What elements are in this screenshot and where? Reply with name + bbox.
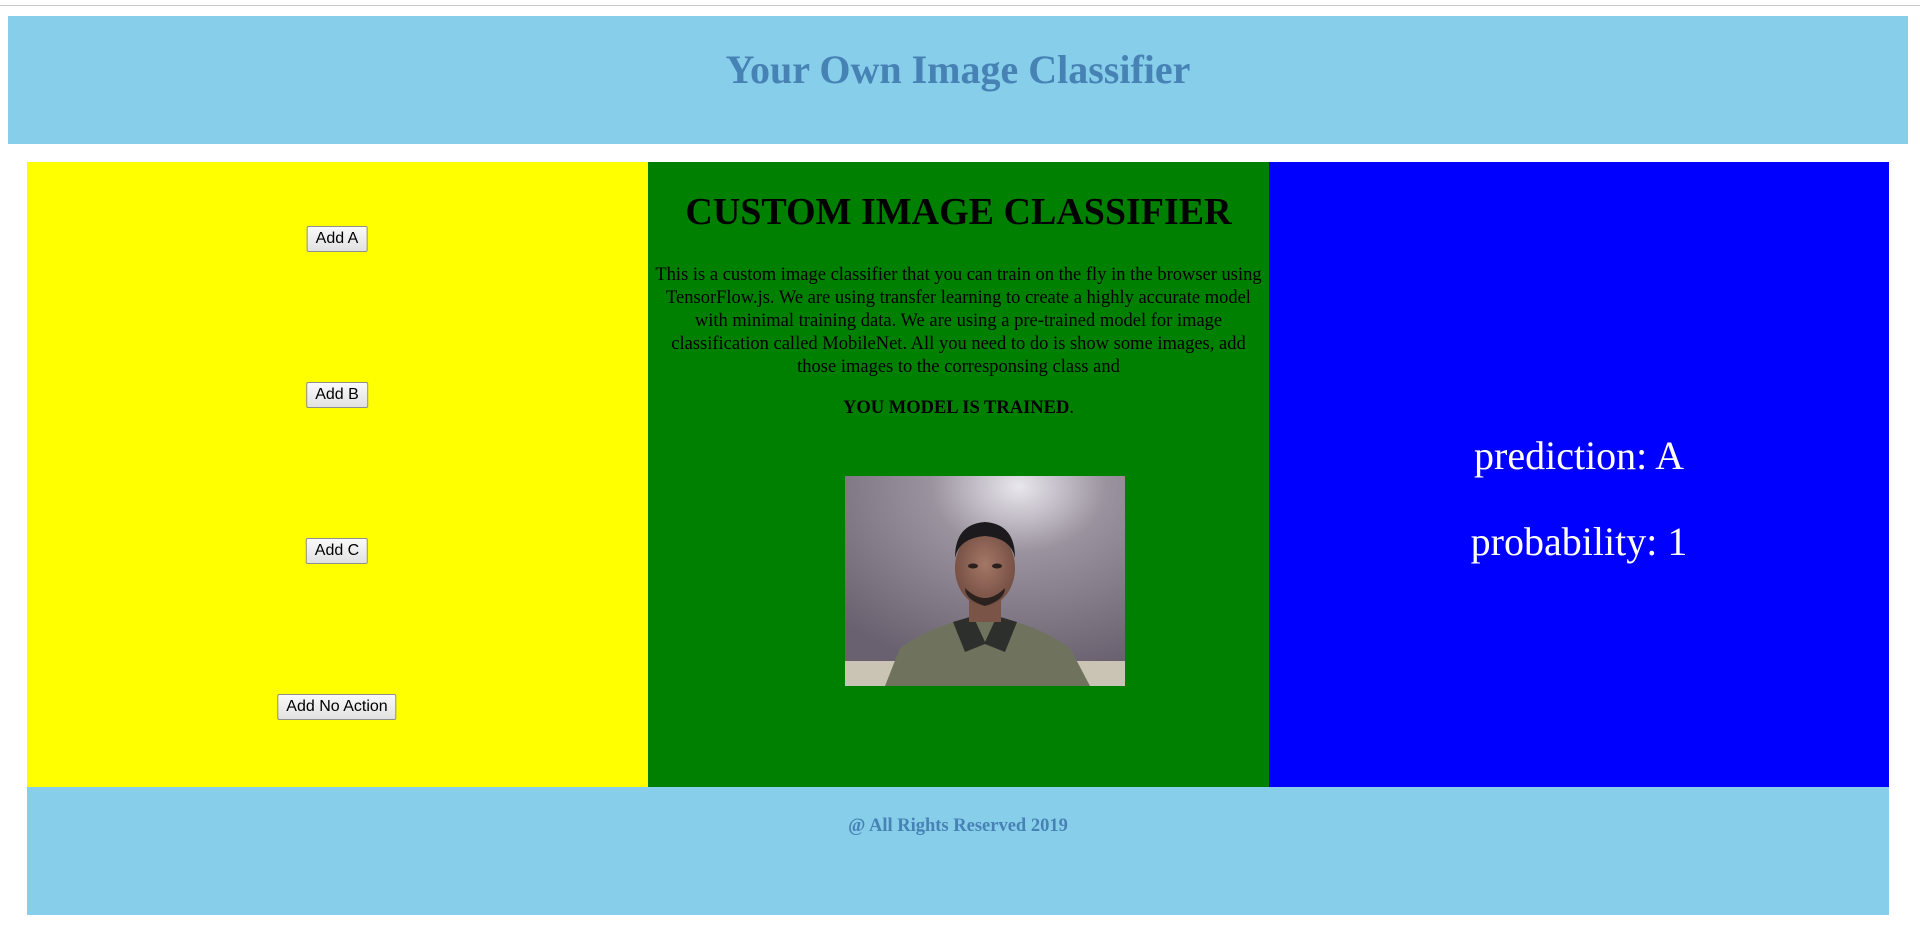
- footer-copyright: @ All Rights Reserved 2019: [848, 816, 1068, 836]
- trained-status-suffix: .: [1069, 398, 1074, 418]
- info-panel: CUSTOM IMAGE CLASSIFIER This is a custom…: [648, 162, 1269, 787]
- info-description: This is a custom image classifier that y…: [655, 265, 1262, 377]
- result-panel: prediction: A probability: 1: [1269, 162, 1889, 787]
- main-panels: Add A Add B Add C Add No Action CUSTOM I…: [27, 162, 1889, 787]
- top-divider: [0, 5, 1920, 6]
- add-no-action-button[interactable]: Add No Action: [277, 694, 397, 720]
- webcam-image: [845, 476, 1125, 686]
- info-title: CUSTOM IMAGE CLASSIFIER: [685, 191, 1232, 233]
- page-footer: @ All Rights Reserved 2019: [27, 787, 1889, 915]
- prediction-text: prediction: A: [1474, 433, 1684, 478]
- add-a-button[interactable]: Add A: [306, 226, 368, 252]
- add-c-button[interactable]: Add C: [305, 538, 369, 564]
- page-header: Your Own Image Classifier: [8, 16, 1908, 144]
- probability-text: probability: 1: [1470, 519, 1688, 564]
- controls-panel: Add A Add B Add C Add No Action: [27, 162, 648, 787]
- trained-status-text: YOU MODEL IS TRAINED: [843, 398, 1070, 418]
- add-b-button[interactable]: Add B: [306, 382, 368, 408]
- webcam-feed: [845, 476, 1125, 686]
- trained-status: YOU MODEL IS TRAINED.: [648, 398, 1269, 419]
- page-title: Your Own Image Classifier: [725, 47, 1191, 92]
